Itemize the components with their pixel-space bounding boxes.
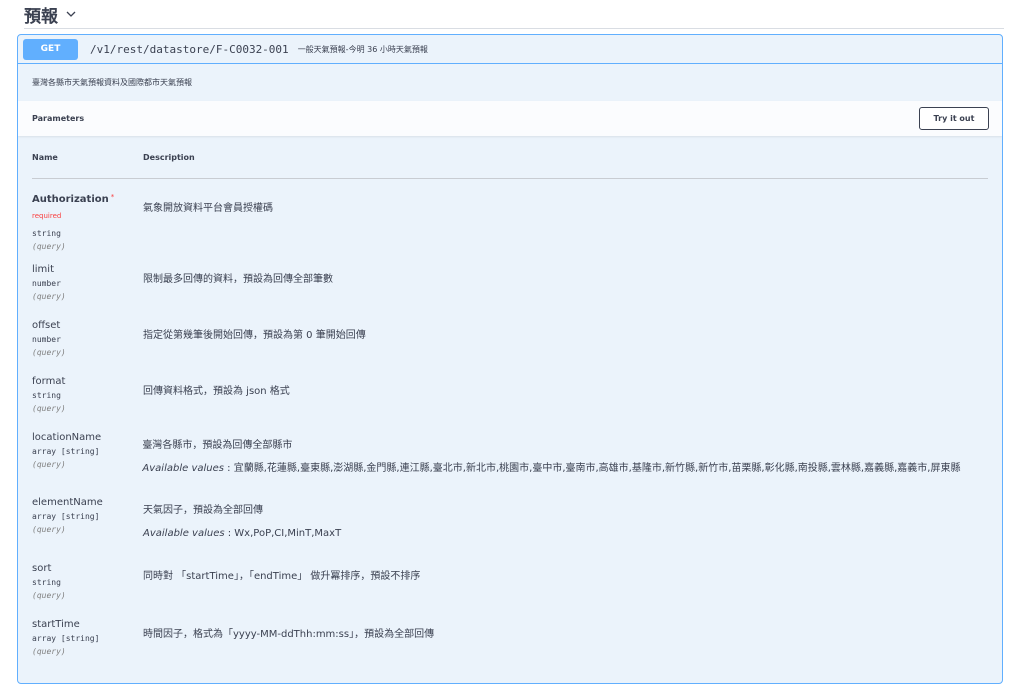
param-location: (query) [32, 242, 66, 251]
param-row-limit: limit number (query) 限制最多回傳的資料，預設為回傳全部筆數 [32, 264, 988, 301]
param-location: (query) [32, 404, 66, 413]
param-location: (query) [32, 591, 66, 600]
param-description: 臺灣各縣市，預設為回傳全部縣市 [142, 440, 293, 451]
param-location: (query) [32, 525, 66, 534]
available-values: Available values : 宜蘭縣,花蓮縣,臺東縣,澎湖縣,金門縣,連… [142, 463, 961, 474]
param-location: (query) [32, 348, 66, 357]
available-values-label: Available values [143, 528, 225, 539]
param-name: elementName [32, 497, 103, 508]
param-description: 同時對 「startTime」，「endTime」 做升冪排序，預設不排序 [143, 571, 421, 582]
parameters-section-header: Parameters Try it out [18, 101, 1002, 136]
available-values-list: Wx,PoP,CI,MinT,MaxT [234, 528, 342, 539]
param-type: array [string] [32, 634, 100, 643]
available-values: Available values : Wx,PoP,CI,MinT,MaxT [143, 528, 342, 539]
param-name: sort [32, 563, 52, 574]
param-location: (query) [32, 292, 66, 301]
param-description: 回傳資料格式，預設為 json 格式 [143, 386, 290, 397]
param-name: startTime [32, 619, 80, 630]
param-row-locationname: locationName array [string] (query) 臺灣各縣… [32, 432, 988, 477]
param-name: Authorization [32, 194, 109, 205]
operation-summary[interactable]: GET /v1/rest/datastore/F-C0032-001 一般天氣預… [18, 35, 1002, 64]
tag-title: 預報 [24, 6, 58, 27]
param-row-sort: sort string (query) 同時對 「startTime」，「end… [32, 563, 988, 600]
param-type: array [string] [32, 512, 100, 521]
param-description: 時間因子，格式為「yyyy-MM-ddThh:mm:ss」，預設為全部回傳 [143, 629, 435, 640]
param-type: string [32, 578, 61, 587]
available-values-list: 宜蘭縣,花蓮縣,臺東縣,澎湖縣,金門縣,連江縣,臺北市,新北市,桃園市,臺中市,… [233, 463, 961, 474]
param-location: (query) [32, 647, 66, 656]
param-row-offset: offset number (query) 指定從第幾筆後開始回傳，預設為第 0… [32, 320, 988, 357]
param-type: array [string] [32, 447, 100, 456]
try-it-out-button[interactable]: Try it out [919, 107, 989, 130]
param-location: (query) [32, 460, 66, 469]
param-row-format: format string (query) 回傳資料格式，預設為 json 格式 [32, 376, 988, 413]
param-row-starttime: startTime array [string] (query) 時間因子，格式… [32, 619, 988, 656]
param-type: string [32, 391, 61, 400]
operation-path: /v1/rest/datastore/F-C0032-001 [90, 42, 289, 56]
param-row-authorization: Authorization * required string (query) 氣… [32, 187, 988, 251]
param-type: number [32, 335, 61, 344]
parameters-title: Parameters [32, 114, 85, 123]
param-type: string [32, 229, 61, 238]
tag-header[interactable]: 預報 [24, 0, 1004, 29]
param-name: format [32, 376, 66, 387]
param-type: number [32, 279, 61, 288]
column-name-header: Name [32, 152, 58, 162]
operation-block: GET /v1/rest/datastore/F-C0032-001 一般天氣預… [17, 34, 1003, 684]
column-description-header: Description [143, 152, 195, 162]
parameters-table: Name Description Authorization * required… [18, 136, 1002, 656]
param-name: offset [32, 320, 61, 331]
param-description: 指定從第幾筆後開始回傳，預設為第 0 筆開始回傳 [143, 330, 366, 341]
chevron-down-icon[interactable] [66, 9, 76, 19]
param-row-elementname: elementName array [string] (query) 天氣因子，… [32, 497, 988, 542]
parameters-table-header: Name Description [32, 136, 988, 179]
operation-summary-text: 一般天氣預報-今明 36 小時天氣預報 [297, 44, 428, 54]
param-name: locationName [32, 432, 102, 443]
param-description: 氣象開放資料平台會員授權碼 [143, 203, 273, 214]
available-values-label: Available values [142, 463, 224, 474]
param-description: 天氣因子，預設為全部回傳 [143, 505, 263, 516]
operation-description: 臺灣各縣市天氣預報資料及國際都市天氣預報 [32, 78, 192, 87]
param-name: limit [32, 264, 54, 275]
method-badge: GET [23, 38, 78, 60]
param-description: 限制最多回傳的資料，預設為回傳全部筆數 [143, 274, 333, 285]
